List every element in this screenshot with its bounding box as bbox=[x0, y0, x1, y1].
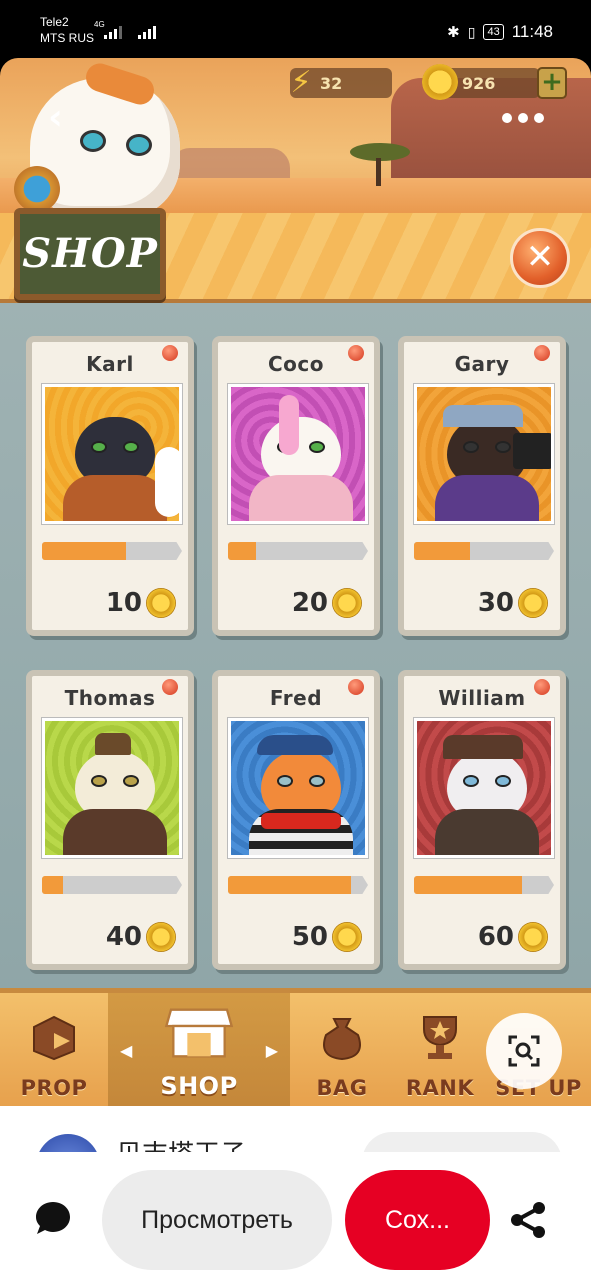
coin-icon bbox=[146, 922, 176, 952]
price-tag: 50 bbox=[292, 922, 362, 952]
nav-bag-label: BAG bbox=[316, 1076, 368, 1100]
price-tag: 60 bbox=[478, 922, 548, 952]
storefront-icon bbox=[164, 1008, 234, 1058]
price-tag: 40 bbox=[106, 922, 176, 952]
mascot-goggle bbox=[14, 166, 60, 212]
carrier-2: MTS RUS bbox=[40, 31, 94, 45]
progress-fill bbox=[228, 876, 352, 894]
more-options-button[interactable] bbox=[502, 108, 550, 128]
progress-bar bbox=[42, 876, 182, 894]
status-bar: Tele2 MTS RUS 4G ✱ ▯ 43 11:48 bbox=[0, 0, 591, 58]
price-value: 60 bbox=[477, 922, 514, 952]
carrier-info: Tele2 MTS RUS bbox=[40, 14, 94, 46]
share-icon[interactable] bbox=[508, 1200, 548, 1240]
price-value: 10 bbox=[105, 588, 142, 618]
arrow-left-icon: ◀ bbox=[120, 1041, 133, 1060]
shop-sign: SHOP bbox=[14, 208, 166, 300]
game-screen: ⚡ 32 926 + ‹ SHOP ✕ Karl 10 Coco 20 Gary… bbox=[0, 58, 591, 1106]
card-name: Gary bbox=[454, 352, 510, 376]
progress-fill bbox=[42, 542, 126, 560]
bag-icon bbox=[323, 1018, 361, 1061]
card-name: Coco bbox=[267, 352, 324, 376]
back-button[interactable]: ‹ bbox=[48, 98, 78, 138]
fred-portrait bbox=[228, 718, 368, 858]
gary-portrait bbox=[414, 384, 554, 524]
progress-bar bbox=[42, 542, 182, 560]
progress-bar bbox=[228, 542, 368, 560]
shop-card-karl[interactable]: Karl 10 bbox=[26, 336, 194, 636]
background-tree-trunk bbox=[376, 158, 381, 186]
close-shop-button[interactable]: ✕ bbox=[510, 228, 570, 288]
coin-counter: 926 bbox=[422, 64, 540, 100]
visual-search-icon bbox=[508, 1035, 540, 1067]
nav-shop-label: SHOP bbox=[160, 1072, 238, 1100]
thomas-portrait bbox=[42, 718, 182, 858]
coin-icon bbox=[332, 922, 362, 952]
card-name: Thomas bbox=[64, 686, 156, 710]
nav-prop-label: PROP bbox=[20, 1076, 88, 1100]
coco-portrait bbox=[228, 384, 368, 524]
visual-search-button[interactable] bbox=[486, 1013, 562, 1089]
progress-fill bbox=[414, 876, 522, 894]
coin-value: 926 bbox=[462, 73, 496, 93]
price-tag: 30 bbox=[478, 588, 548, 618]
action-bar: Просмотреть Сох... bbox=[0, 1152, 591, 1280]
price-tag: 20 bbox=[292, 588, 362, 618]
nav-rank[interactable]: RANK bbox=[394, 993, 486, 1106]
arrow-right-icon: ▶ bbox=[265, 1041, 278, 1060]
coin-icon bbox=[518, 922, 548, 952]
pin-sheet: 贝吉塔王子 Просмотреть Сох... bbox=[0, 1106, 591, 1280]
karl-portrait bbox=[42, 384, 182, 524]
progress-fill bbox=[42, 876, 63, 894]
card-name: Karl bbox=[86, 352, 134, 376]
progress-bar bbox=[228, 876, 368, 894]
nav-rank-label: RANK bbox=[405, 1076, 475, 1100]
signal-2-icon bbox=[138, 26, 156, 39]
nav-prop[interactable]: PROP bbox=[0, 993, 108, 1106]
shop-card-thomas[interactable]: Thomas 40 bbox=[26, 670, 194, 970]
nav-shop[interactable]: ◀ ▶ SHOP bbox=[108, 993, 290, 1106]
progress-bar bbox=[414, 542, 554, 560]
signal-1-icon bbox=[104, 26, 122, 39]
mascot-eye-left bbox=[80, 130, 106, 152]
progress-fill bbox=[228, 542, 256, 560]
price-value: 50 bbox=[291, 922, 328, 952]
bottom-nav: PROP ◀ ▶ SHOP BAG RANK SET UP bbox=[0, 988, 591, 1106]
save-button[interactable]: Сох... bbox=[345, 1170, 490, 1270]
trophy-icon bbox=[423, 1016, 457, 1059]
shop-card-coco[interactable]: Coco 20 bbox=[212, 336, 380, 636]
card-name: Fred bbox=[269, 686, 323, 710]
coin-icon bbox=[518, 588, 548, 618]
william-portrait bbox=[414, 718, 554, 858]
clock: 11:48 bbox=[511, 22, 553, 41]
coin-icon bbox=[146, 588, 176, 618]
progress-fill bbox=[414, 542, 470, 560]
price-value: 30 bbox=[477, 588, 514, 618]
price-tag: 10 bbox=[106, 588, 176, 618]
energy-value: 32 bbox=[320, 73, 343, 93]
dice-icon bbox=[33, 1015, 75, 1061]
vibrate-icon: ▯ bbox=[467, 23, 476, 40]
comment-icon[interactable] bbox=[34, 1200, 72, 1236]
shop-card-william[interactable]: William 60 bbox=[398, 670, 566, 970]
battery-icon: 43 bbox=[483, 24, 504, 40]
shop-card-fred[interactable]: Fred 50 bbox=[212, 670, 380, 970]
progress-bar bbox=[414, 876, 554, 894]
price-value: 20 bbox=[291, 588, 328, 618]
status-right: ✱ ▯ 43 11:48 bbox=[447, 22, 553, 42]
lightning-icon: ⚡ bbox=[290, 65, 312, 100]
card-name: William bbox=[438, 686, 526, 710]
nav-bag[interactable]: BAG bbox=[290, 993, 394, 1106]
coin-icon bbox=[332, 588, 362, 618]
carrier-1: Tele2 bbox=[40, 15, 69, 29]
price-value: 40 bbox=[105, 922, 142, 952]
energy-counter: ⚡ 32 bbox=[290, 65, 392, 100]
shop-card-gary[interactable]: Gary 30 bbox=[398, 336, 566, 636]
coin-icon bbox=[422, 64, 458, 100]
bluetooth-icon: ✱ bbox=[447, 24, 460, 41]
shop-title: SHOP bbox=[22, 230, 158, 277]
mascot-eye-right bbox=[126, 134, 152, 156]
view-button[interactable]: Просмотреть bbox=[102, 1170, 332, 1270]
add-coins-button[interactable]: + bbox=[537, 67, 567, 99]
